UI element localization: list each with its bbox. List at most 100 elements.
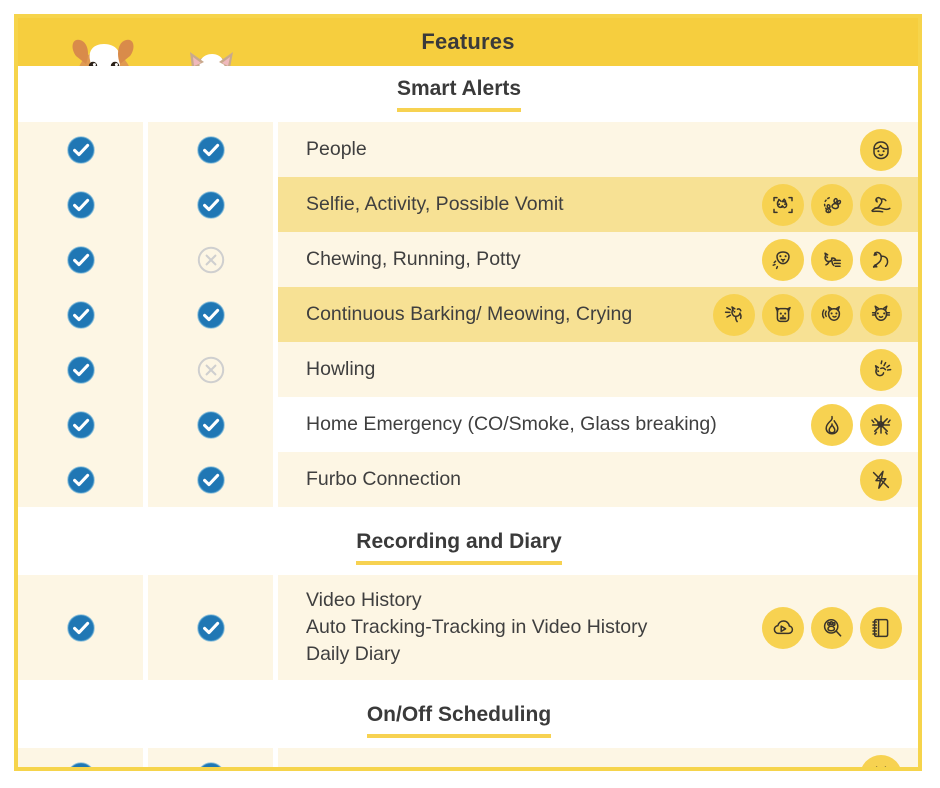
feature-label: Continuous Barking/ Meowing, Crying [306,303,633,326]
feature-cell: Home Emergency (CO/Smoke, Glass breaking… [278,397,918,452]
feature-label: Chewing, Running, Potty [306,248,521,271]
section-title: On/Off Scheduling [366,703,552,738]
dog-support-cell [18,122,143,177]
table-row: Nanny Report [18,748,918,767]
table-row: Home Emergency (CO/Smoke, Glass breaking… [18,397,918,452]
howling-dog-icon [860,348,902,391]
cat-support-cell [148,575,273,680]
section-title: Recording and Diary [356,530,562,565]
dog-support-cell [18,287,143,342]
check-icon [18,748,143,767]
cat-support-cell [148,342,273,397]
table-header-bar: Features [18,18,918,66]
cat-support-cell [148,287,273,342]
paw-activity-icon [811,183,853,226]
feature-cell: People [278,122,918,177]
cat-support-cell [148,397,273,452]
crying-cat-icon [860,293,902,336]
feature-label: Howling [306,358,376,381]
diary-notebook-icon [860,606,902,649]
check-icon [148,452,273,507]
running-dog-icon [811,238,853,281]
check-icon [18,452,143,507]
feature-label: Home Emergency (CO/Smoke, Glass breaking… [306,413,717,436]
feature-cell: Howling [278,342,918,397]
section-header-on-off-scheduling: On/Off Scheduling [18,692,918,748]
dog-support-cell [18,452,143,507]
check-icon [148,177,273,232]
cat-support-cell [148,748,273,767]
check-icon [148,287,273,342]
meowing-cat-icon [811,293,853,336]
barking-dog-icon [713,293,755,336]
feature-icons [762,606,908,649]
feature-label: Selfie, Activity, Possible Vomit [306,193,564,216]
section-header-row: Smart Alerts [18,66,918,122]
feature-cell: Chewing, Running, Potty [278,232,918,287]
dog-support-cell [18,232,143,287]
table-row: Video History Auto Tracking-Tracking in … [18,575,918,680]
dog-support-cell [18,575,143,680]
check-icon [18,575,143,680]
glass-breaking-icon [860,403,902,446]
calendar-icon [860,754,902,767]
feature-cell: Nanny Report [278,748,918,767]
section-header-row: On/Off Scheduling [18,692,918,748]
table-body: Smart Alerts People Selfie, Activity, Po… [18,66,918,767]
table-row: Chewing, Running, Potty [18,232,918,287]
dog-support-cell [18,748,143,767]
feature-icons [713,293,908,336]
table-row: People [18,122,918,177]
potty-icon [860,238,902,281]
check-icon [148,575,273,680]
cat-support-cell [148,177,273,232]
row-spacer [18,680,918,692]
person-face-icon [860,128,902,171]
feature-label: Nanny Report [306,762,426,767]
feature-icons [762,238,908,281]
cross-icon [148,232,273,287]
section-header-smart-alerts: Smart Alerts [18,66,918,122]
feature-cell: Video History Auto Tracking-Tracking in … [278,575,918,680]
check-icon [18,287,143,342]
table-row: Continuous Barking/ Meowing, Crying [18,287,918,342]
dog-support-cell [18,342,143,397]
check-icon [18,122,143,177]
dog-support-cell [18,397,143,452]
dog-face-icon [762,293,804,336]
connection-bolt-icon [860,458,902,501]
page-title: Features [421,29,515,54]
feature-icons [860,458,908,501]
section-title: Smart Alerts [396,77,522,112]
check-icon [18,342,143,397]
table-row: Selfie, Activity, Possible Vomit [18,177,918,232]
row-spacer [18,507,918,519]
pet-selfie-icon [762,183,804,226]
feature-label: Furbo Connection [306,468,462,491]
dog-support-cell [18,177,143,232]
section-header-row: Recording and Diary [18,519,918,575]
feature-cell: Furbo Connection [278,452,918,507]
vomit-icon [860,183,902,226]
cat-support-cell [148,452,273,507]
check-icon [148,122,273,177]
table-row: Furbo Connection [18,452,918,507]
feature-label: People [306,138,367,161]
fire-smoke-icon [811,403,853,446]
check-icon [18,397,143,452]
feature-label: Video History Auto Tracking-Tracking in … [306,589,648,665]
cloud-play-icon [762,606,804,649]
feature-icons [860,348,908,391]
section-header-recording-and-diary: Recording and Diary [18,519,918,575]
check-icon [148,748,273,767]
cat-support-cell [148,232,273,287]
paw-search-icon [811,606,853,649]
feature-icons [811,403,908,446]
check-icon [18,177,143,232]
feature-icons [762,183,908,226]
check-icon [148,397,273,452]
cat-support-cell [148,122,273,177]
check-icon [18,232,143,287]
feature-icons [860,754,908,767]
cross-icon [148,342,273,397]
